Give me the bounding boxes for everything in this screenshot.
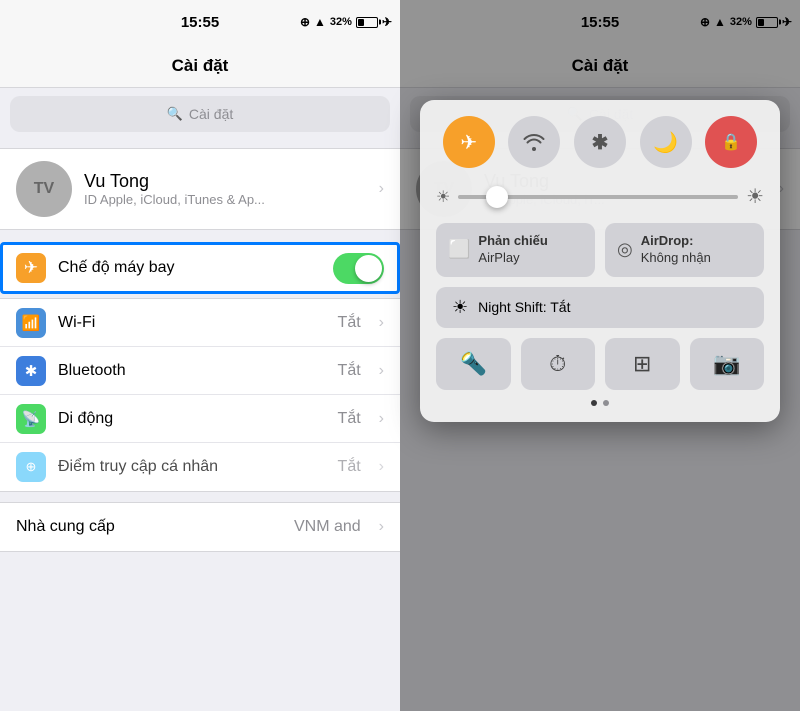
airplane-status-icon: ✈ [382,15,392,29]
cc-top-row: ✈ ✱ 🌙 🔒 [436,116,764,168]
cc-bluetooth-btn[interactable]: ✱ [574,116,626,168]
carrier-group: Nhà cung cấp VNM and › [0,502,400,552]
timer-icon: ⏱ [549,351,566,377]
mobile-label: Di động [58,410,326,428]
network-settings-group: 📶 Wi-Fi Tắt › ✱ Bluetooth Tắt › 📡 Di độn… [0,298,400,492]
bluetooth-label: Bluetooth [58,362,326,380]
right-panel: 15:55 ⊕ ▲ 32% ✈ Cài đặt 🔍 Cài đặt TV Vu … [400,0,800,711]
cc-dot-1 [591,400,597,406]
brightness-min-icon: ☀ [436,187,450,207]
cc-airplay-btn[interactable]: ⬜ Phản chiếu AirPlay [436,223,595,277]
cc-media-row: ⬜ Phản chiếu AirPlay ◎ AirDrop: Không nh… [436,223,764,277]
left-user-info: Vu Tong ID Apple, iCloud, iTunes & Ap... [84,171,367,207]
cc-timer-btn[interactable]: ⏱ [521,338,596,390]
cc-page-indicator [436,400,764,406]
left-user-name: Vu Tong [84,171,367,192]
hotspot-label: Điểm truy cập cá nhân [58,458,326,476]
left-search-bar[interactable]: 🔍 Cài đặt [10,96,390,132]
battery-percent: 32% [330,16,352,28]
carrier-chevron: › [379,518,384,536]
airdrop-subtitle: Không nhận [641,250,711,267]
brightness-row: ☀ ☀ [436,184,764,209]
toggle-knob [355,255,382,282]
hotspot-chevron: › [379,458,384,476]
left-nav-bar: Cài đặt [0,44,400,88]
airplay-icon: ⬜ [448,239,470,260]
left-user-profile[interactable]: TV Vu Tong ID Apple, iCloud, iTunes & Ap… [0,148,400,230]
bluetooth-value: Tắt [338,362,361,380]
carrier-value: VNM and [294,518,361,536]
left-status-icons: ⊕ ▲ 32% ✈ [300,15,392,29]
airplane-icon: ✈ [16,253,46,283]
cc-calculator-btn[interactable]: ⊞ [605,338,680,390]
night-shift-label: Night Shift: Tắt [478,299,570,315]
mobile-icon: 📡 [16,404,46,434]
hotspot-item[interactable]: ⊕ Điểm truy cập cá nhân Tắt › [0,443,400,491]
cc-airdrop-btn[interactable]: ◎ AirDrop: Không nhận [605,223,764,277]
hotspot-value: Tắt [338,458,361,476]
left-panel: 15:55 ⊕ ▲ 32% ✈ Cài đặt 🔍 Cài đặt TV Vu … [0,0,400,711]
search-icon: 🔍 [167,106,183,122]
airplay-text: Phản chiếu AirPlay [478,233,547,267]
bluetooth-item[interactable]: ✱ Bluetooth Tắt › [0,347,400,395]
airplane-label: Chế độ máy bay [58,259,321,277]
brightness-max-icon: ☀ [746,184,764,209]
brightness-track[interactable] [458,195,738,199]
camera-icon: 📷 [713,351,740,377]
left-time: 15:55 [181,14,219,31]
night-shift-icon: ☀ [452,297,468,318]
cc-donotdisturb-btn[interactable]: 🌙 [640,116,692,168]
airplane-mode-item[interactable]: ✈ Chế độ máy bay [0,242,400,294]
wifi-icon: 📶 [16,308,46,338]
airdrop-icon: ◎ [617,239,633,260]
left-user-subtitle: ID Apple, iCloud, iTunes & Ap... [84,192,367,207]
cc-bottom-row: 🔦 ⏱ ⊞ 📷 [436,338,764,390]
cc-night-shift-btn[interactable]: ☀ Night Shift: Tắt [436,287,764,328]
bluetooth-chevron: › [379,362,384,380]
control-center[interactable]: ✈ ✱ 🌙 🔒 ☀ ☀ ⬜ [420,100,780,422]
cc-rotationlock-btn[interactable]: 🔒 [705,116,757,168]
mobile-item[interactable]: 📡 Di động Tắt › [0,395,400,443]
left-user-chevron: › [379,180,384,198]
airplane-toggle[interactable] [333,253,384,284]
brightness-thumb [486,186,508,208]
left-search-container: 🔍 Cài đặt [0,88,400,140]
hotspot-icon: ⊕ [16,452,46,482]
left-user-avatar: TV [16,161,72,217]
mobile-chevron: › [379,410,384,428]
airplay-subtitle: AirPlay [478,250,547,267]
cc-airplane-btn[interactable]: ✈ [443,116,495,168]
battery-icon [356,17,378,28]
wifi-label: Wi-Fi [58,314,326,332]
wifi-value: Tắt [338,314,361,332]
cc-wifi-btn[interactable] [508,116,560,168]
signal-icon: ⊕ [300,15,310,29]
carrier-item[interactable]: Nhà cung cấp VNM and › [0,503,400,551]
airdrop-text: AirDrop: Không nhận [641,233,711,267]
wifi-item[interactable]: 📶 Wi-Fi Tắt › [0,299,400,347]
cc-dot-2 [603,400,609,406]
cc-flashlight-btn[interactable]: 🔦 [436,338,511,390]
left-search-placeholder: Cài đặt [189,106,233,122]
wifi-status-icon: ▲ [314,15,326,29]
left-nav-title: Cài đặt [172,56,229,76]
flashlight-icon: 🔦 [460,351,487,377]
cc-camera-btn[interactable]: 📷 [690,338,765,390]
bluetooth-icon: ✱ [16,356,46,386]
carrier-label: Nhà cung cấp [16,518,282,536]
airplay-title: Phản chiếu [478,233,547,250]
airdrop-title: AirDrop: [641,233,711,250]
left-status-bar: 15:55 ⊕ ▲ 32% ✈ [0,0,400,44]
wifi-chevron: › [379,314,384,332]
mobile-value: Tắt [338,410,361,428]
calculator-icon: ⊞ [633,351,651,377]
